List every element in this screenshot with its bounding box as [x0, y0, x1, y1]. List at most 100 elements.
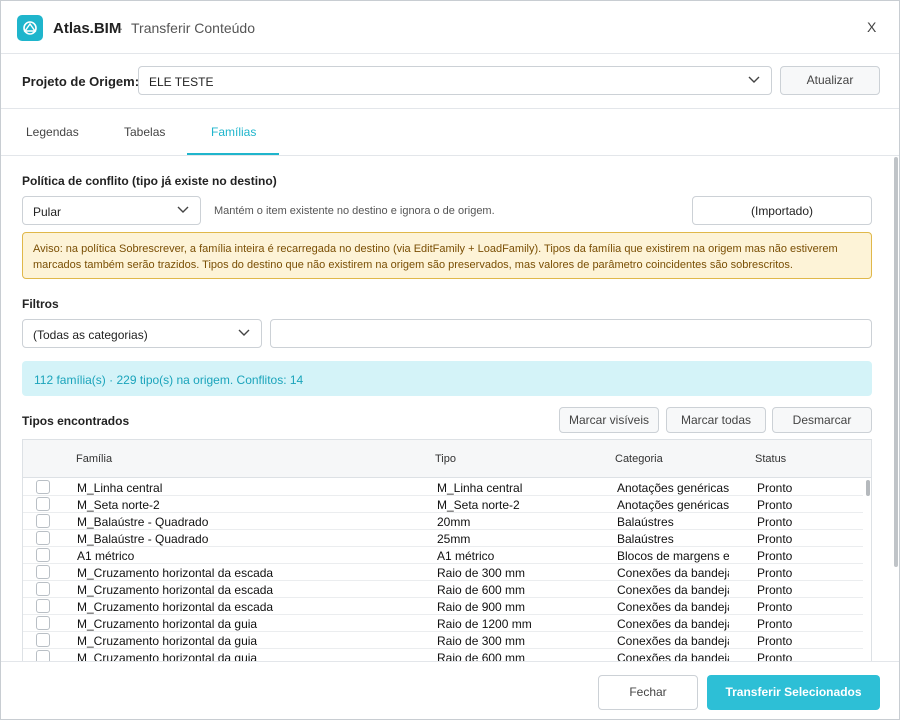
row-checkbox[interactable] [36, 531, 50, 545]
dialog-window: Atlas.BIM · Transferir Conteúdo X Projet… [0, 0, 900, 720]
cell-type: Raio de 900 mm [437, 600, 526, 614]
cell-status: Pronto [757, 549, 793, 563]
refresh-button[interactable]: Atualizar [780, 66, 880, 95]
cell-category: Anotações genéricas [617, 481, 729, 495]
cell-category: Conexões da bandeja [617, 600, 729, 614]
types-grid: Família Tipo Categoria Status M_Linha ce… [22, 439, 872, 661]
tab-familias[interactable]: Famílias [211, 125, 256, 139]
cell-type: 20mm [437, 515, 471, 529]
page-scrollbar[interactable] [894, 157, 898, 567]
cell-category: Balaústres [617, 532, 674, 546]
row-checkbox[interactable] [36, 497, 50, 511]
conflict-policy-value: Pular [33, 205, 62, 219]
cell-status: Pronto [757, 498, 793, 512]
cell-family: M_Cruzamento horizontal da guia [77, 634, 258, 648]
cell-family: M_Seta norte-2 [77, 498, 160, 512]
row-checkbox[interactable] [36, 650, 50, 661]
app-logo-icon [17, 15, 43, 41]
table-row[interactable]: M_Cruzamento horizontal da escada Raio de… [23, 598, 863, 615]
cell-category: Blocos de margens e [617, 549, 729, 563]
cell-type: Raio de 300 mm [437, 566, 526, 580]
cell-family: M_Cruzamento horizontal da escada [77, 600, 274, 614]
close-button[interactable]: X [867, 19, 876, 35]
cell-family: M_Cruzamento horizontal da guia [77, 617, 258, 631]
chevron-down-icon [177, 206, 189, 213]
row-checkbox[interactable] [36, 582, 50, 596]
cell-status: Pronto [757, 600, 793, 614]
project-select[interactable]: ELE TESTE [138, 66, 772, 95]
cell-type: Raio de 600 mm [437, 583, 526, 597]
chevron-down-icon [748, 76, 760, 83]
table-row[interactable]: M_Cruzamento horizontal da guia Raio de 1… [23, 615, 863, 632]
active-tab-indicator [187, 153, 279, 155]
cell-type: Raio de 1200 mm [437, 617, 532, 631]
table-row[interactable]: M_Cruzamento horizontal da escada Raio de… [23, 564, 863, 581]
cell-type: Raio de 300 mm [437, 634, 526, 648]
cell-type: 25mm [437, 532, 471, 546]
table-row[interactable]: M_Seta norte-2 M_Seta norte-2 Anotações ge… [23, 496, 863, 513]
column-header-status[interactable]: Status [755, 453, 786, 465]
mark-visible-button[interactable]: Marcar visíveis [559, 407, 659, 433]
cell-family: M_Linha central [77, 481, 163, 495]
cell-category: Conexões da bandeja [617, 634, 729, 648]
title-bar: Atlas.BIM · Transferir Conteúdo X [1, 1, 899, 54]
tab-tabelas[interactable]: Tabelas [124, 125, 165, 139]
table-row[interactable]: A1 métrico A1 métrico Blocos de margens e P… [23, 547, 863, 564]
row-checkbox[interactable] [36, 548, 50, 562]
close-dialog-button[interactable]: Fechar [598, 675, 698, 710]
cell-family: M_Cruzamento horizontal da escada [77, 583, 274, 597]
cell-category: Conexões da bandeja [617, 566, 729, 580]
title-separator: · [119, 21, 124, 36]
row-checkbox[interactable] [36, 633, 50, 647]
cell-status: Pronto [757, 651, 793, 661]
types-found-label: Tipos encontrados [22, 414, 130, 428]
cell-status: Pronto [757, 634, 793, 648]
cell-category: Anotações genéricas [617, 498, 729, 512]
cell-type: M_Seta norte-2 [437, 498, 520, 512]
project-row: Projeto de Origem: ELE TESTE Atualizar [1, 55, 899, 109]
summary-banner: 112 família(s) · 229 tipo(s) na origem. … [22, 361, 872, 396]
transfer-selected-button[interactable]: Transferir Selecionados [707, 675, 880, 710]
column-header-type[interactable]: Tipo [435, 453, 456, 465]
table-row[interactable]: M_Linha central M_Linha central Anotações … [23, 479, 863, 496]
column-header-category[interactable]: Categoria [615, 453, 663, 465]
conflict-policy-select[interactable]: Pular [22, 196, 201, 225]
table-row[interactable]: M_Balaústre - Quadrado 25mm Balaústres Pron… [23, 530, 863, 547]
table-row[interactable]: M_Balaústre - Quadrado 20mm Balaústres Pron… [23, 513, 863, 530]
row-checkbox[interactable] [36, 599, 50, 613]
filters-label: Filtros [22, 297, 59, 311]
cell-category: Conexões da bandeja [617, 651, 729, 661]
table-row[interactable]: M_Cruzamento horizontal da escada Raio de… [23, 581, 863, 598]
cell-family: A1 métrico [77, 549, 135, 563]
row-checkbox[interactable] [36, 565, 50, 579]
cell-status: Pronto [757, 583, 793, 597]
cell-status: Pronto [757, 515, 793, 529]
search-input[interactable] [270, 319, 872, 348]
row-checkbox[interactable] [36, 480, 50, 494]
row-checkbox[interactable] [36, 514, 50, 528]
category-filter-select[interactable]: (Todas as categorias) [22, 319, 262, 348]
column-header-family[interactable]: Família [76, 453, 112, 465]
grid-scrollbar[interactable] [866, 480, 870, 496]
project-select-value: ELE TESTE [149, 75, 214, 89]
cell-family: M_Cruzamento horizontal da escada [77, 566, 274, 580]
cell-family: M_Cruzamento horizontal da guia [77, 651, 258, 661]
chevron-down-icon [238, 329, 250, 336]
conflict-policy-label: Política de conflito (tipo já existe no … [22, 174, 277, 188]
row-checkbox[interactable] [36, 616, 50, 630]
cell-status: Pronto [757, 566, 793, 580]
suffix-field[interactable]: (Importado) [692, 196, 872, 225]
tab-bar: Legendas Tabelas Famílias [1, 110, 899, 156]
tab-legendas[interactable]: Legendas [26, 125, 79, 139]
warning-banner: Aviso: na política Sobrescrever, a famíl… [22, 232, 872, 279]
window-title: Transferir Conteúdo [131, 20, 255, 36]
footer-bar: Fechar Transferir Selecionados [1, 661, 899, 719]
app-name: Atlas.BIM [53, 20, 122, 37]
cell-type: M_Linha central [437, 481, 523, 495]
table-row[interactable]: M_Cruzamento horizontal da guia Raio de 3… [23, 632, 863, 649]
cell-family: M_Balaústre - Quadrado [77, 532, 209, 546]
unmark-button[interactable]: Desmarcar [772, 407, 872, 433]
mark-all-button[interactable]: Marcar todas [666, 407, 766, 433]
cell-type: A1 métrico [437, 549, 495, 563]
table-row[interactable]: M_Cruzamento horizontal da guia Raio de 6… [23, 649, 863, 661]
